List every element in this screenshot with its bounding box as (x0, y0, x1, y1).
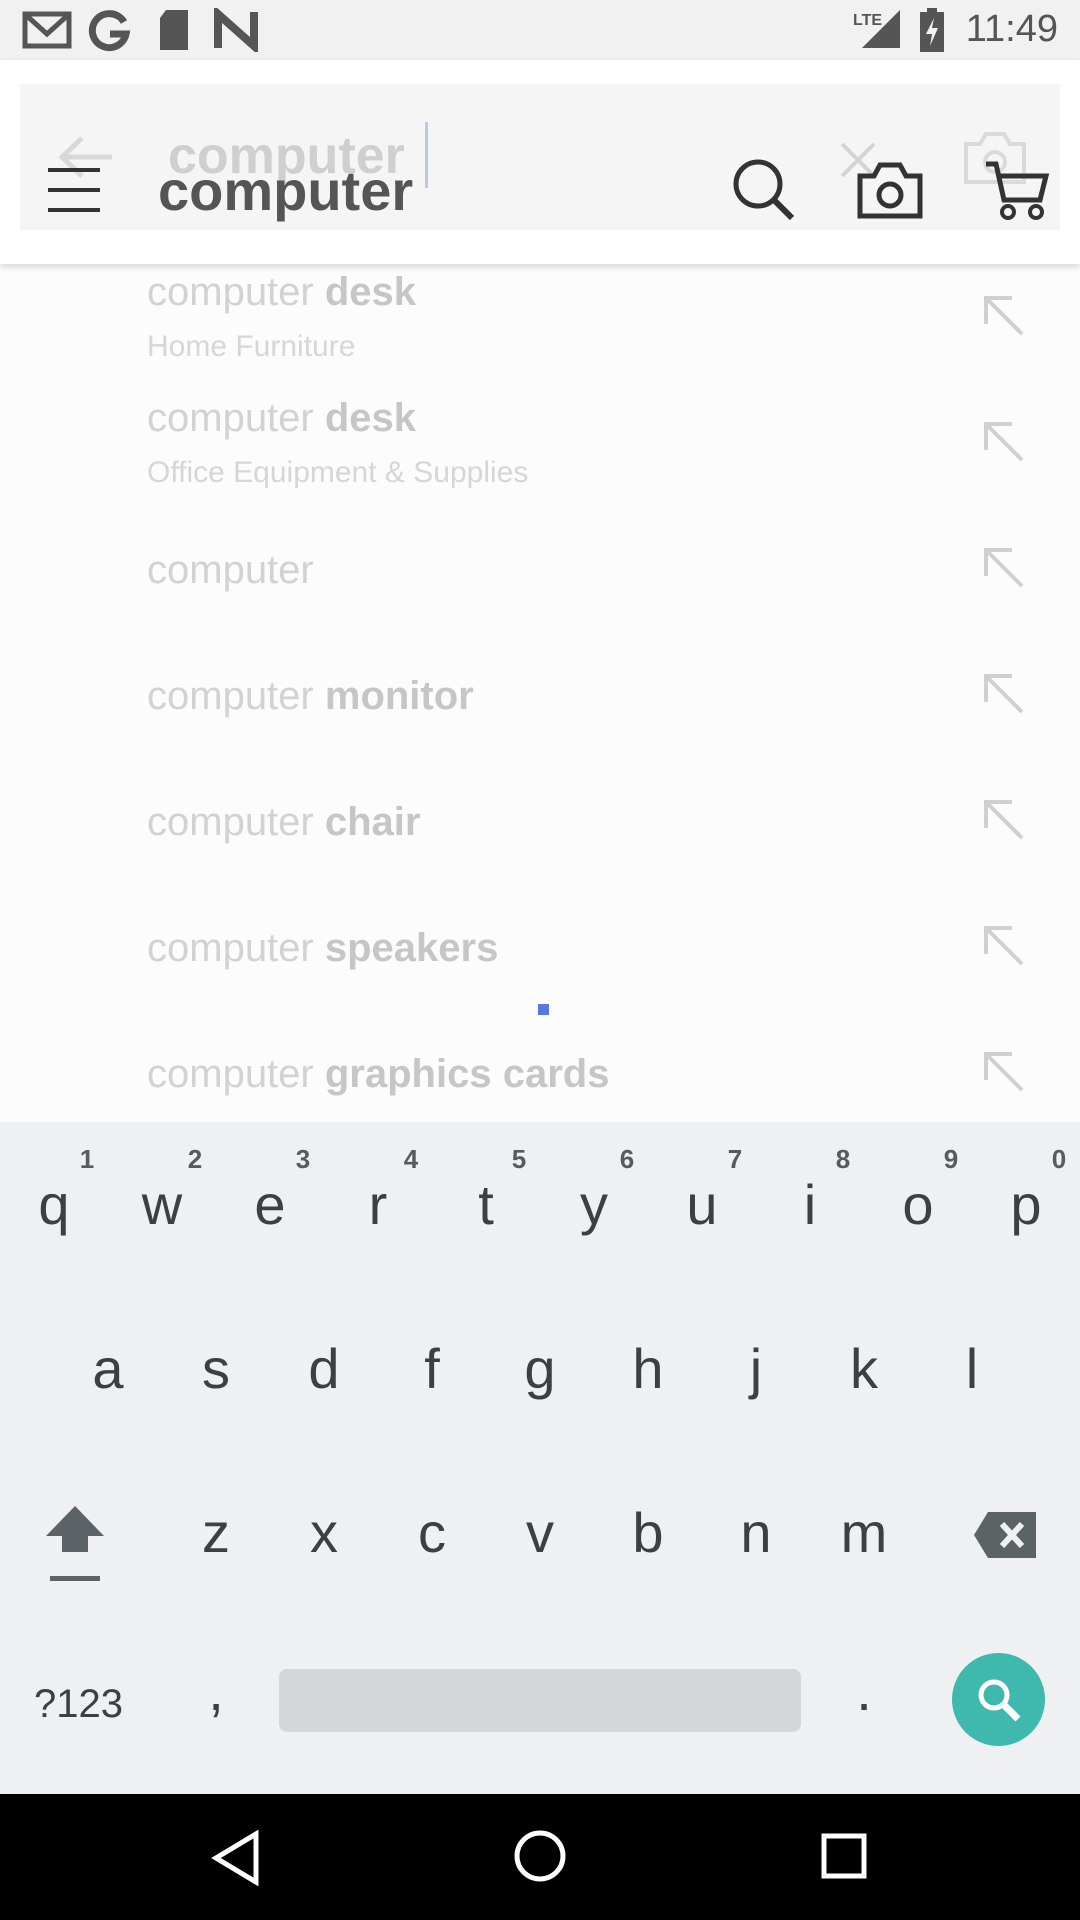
key-n[interactable]: n (716, 1500, 796, 1565)
key-hint: 3 (295, 1144, 311, 1174)
fill-query-arrow-icon[interactable] (980, 1048, 1026, 1094)
key-x[interactable]: x (284, 1500, 364, 1565)
key-hint: 9 (943, 1144, 959, 1174)
key-q[interactable]: q (14, 1172, 94, 1237)
google-icon (88, 10, 131, 52)
suggestion-category: Office Equipment & Supplies (147, 456, 529, 489)
key-c[interactable]: c (392, 1500, 472, 1565)
suggestion-item[interactable]: computer monitor (0, 644, 1080, 770)
suggestion-text: computer speakers (147, 926, 499, 970)
recents-icon[interactable] (820, 1832, 868, 1880)
symbols-key[interactable]: ?123 (34, 1682, 123, 1727)
key-s[interactable]: s (176, 1336, 256, 1401)
back-icon[interactable] (210, 1830, 262, 1886)
key-hint: 7 (727, 1144, 743, 1174)
key-e[interactable]: e (230, 1172, 310, 1237)
suggestion-text: computer monitor (147, 674, 474, 718)
text-cursor (425, 122, 428, 188)
suggestion-category: Home Furniture (147, 330, 356, 363)
key-z[interactable]: z (176, 1500, 256, 1565)
suggestion-text: computer (147, 548, 314, 592)
key-a[interactable]: a (68, 1336, 148, 1401)
key-d[interactable]: d (284, 1336, 364, 1401)
cart-icon[interactable] (984, 158, 1050, 222)
soft-keyboard: q w e r t y u i o p 1 2 3 4 5 6 7 8 9 0 … (0, 1122, 1080, 1794)
clock: 11:49 (965, 8, 1058, 50)
fill-query-arrow-icon[interactable] (980, 796, 1026, 842)
key-hint: 5 (511, 1144, 527, 1174)
fill-query-arrow-icon[interactable] (980, 670, 1026, 716)
suggestion-item[interactable]: computer (0, 518, 1080, 644)
key-h[interactable]: h (608, 1336, 688, 1401)
fill-query-arrow-icon[interactable] (980, 544, 1026, 590)
menu-icon[interactable] (46, 166, 102, 214)
key-hint: 8 (835, 1144, 851, 1174)
battery-charging-icon (920, 8, 944, 52)
gmail-icon (22, 11, 72, 49)
key-f[interactable]: f (392, 1336, 472, 1401)
status-bar: LTE 11:49 (0, 0, 1080, 60)
fill-query-arrow-icon[interactable] (980, 292, 1026, 338)
key-r[interactable]: r (338, 1172, 418, 1237)
key-hint: 1 (79, 1144, 95, 1174)
navigation-bar (0, 1794, 1080, 1920)
space-bar[interactable] (279, 1669, 801, 1732)
suggestion-item[interactable]: computer desk Home Furniture (0, 266, 1080, 392)
signal-icon (862, 10, 900, 48)
search-query[interactable]: computer (158, 158, 413, 223)
suggestion-text: computer desk (147, 396, 417, 440)
key-b[interactable]: b (608, 1500, 688, 1565)
sd-card-icon (160, 10, 188, 50)
comma-key[interactable]: , (176, 1658, 256, 1723)
loading-indicator (538, 1004, 549, 1015)
key-g[interactable]: g (500, 1336, 580, 1401)
suggestion-text: computer graphics cards (147, 1052, 610, 1096)
suggestion-item[interactable]: computer desk Office Equipment & Supplie… (0, 392, 1080, 518)
key-v[interactable]: v (500, 1500, 580, 1565)
key-m[interactable]: m (824, 1500, 904, 1565)
search-key[interactable] (952, 1653, 1045, 1746)
key-hint: 0 (1051, 1144, 1067, 1174)
key-l[interactable]: l (932, 1336, 1012, 1401)
key-k[interactable]: k (824, 1336, 904, 1401)
key-i[interactable]: i (770, 1172, 850, 1237)
key-u[interactable]: u (662, 1172, 742, 1237)
backspace-icon[interactable] (972, 1510, 1038, 1560)
key-hint: 4 (403, 1144, 419, 1174)
fill-query-arrow-icon[interactable] (980, 922, 1026, 968)
shift-icon[interactable] (42, 1502, 108, 1584)
n-icon (214, 8, 258, 52)
key-hint: 2 (187, 1144, 203, 1174)
search-icon (978, 1679, 1021, 1722)
fill-query-arrow-icon[interactable] (980, 418, 1026, 464)
camera-icon[interactable] (856, 160, 924, 220)
key-w[interactable]: w (122, 1172, 202, 1237)
search-icon[interactable] (732, 158, 796, 222)
key-o[interactable]: o (878, 1172, 958, 1237)
key-y[interactable]: y (554, 1172, 634, 1237)
key-t[interactable]: t (446, 1172, 526, 1237)
key-p[interactable]: p (986, 1172, 1066, 1237)
suggestion-text: computer chair (147, 800, 421, 844)
suggestion-text: computer desk (147, 270, 417, 314)
key-j[interactable]: j (716, 1336, 796, 1401)
home-icon[interactable] (512, 1828, 568, 1884)
search-toolbar: computer computer (0, 60, 1080, 264)
period-key[interactable]: . (824, 1658, 904, 1723)
suggestion-item[interactable]: computer chair (0, 770, 1080, 896)
key-hint: 6 (619, 1144, 635, 1174)
suggestion-list: computer desk Home Furniture computer de… (0, 266, 1080, 1120)
